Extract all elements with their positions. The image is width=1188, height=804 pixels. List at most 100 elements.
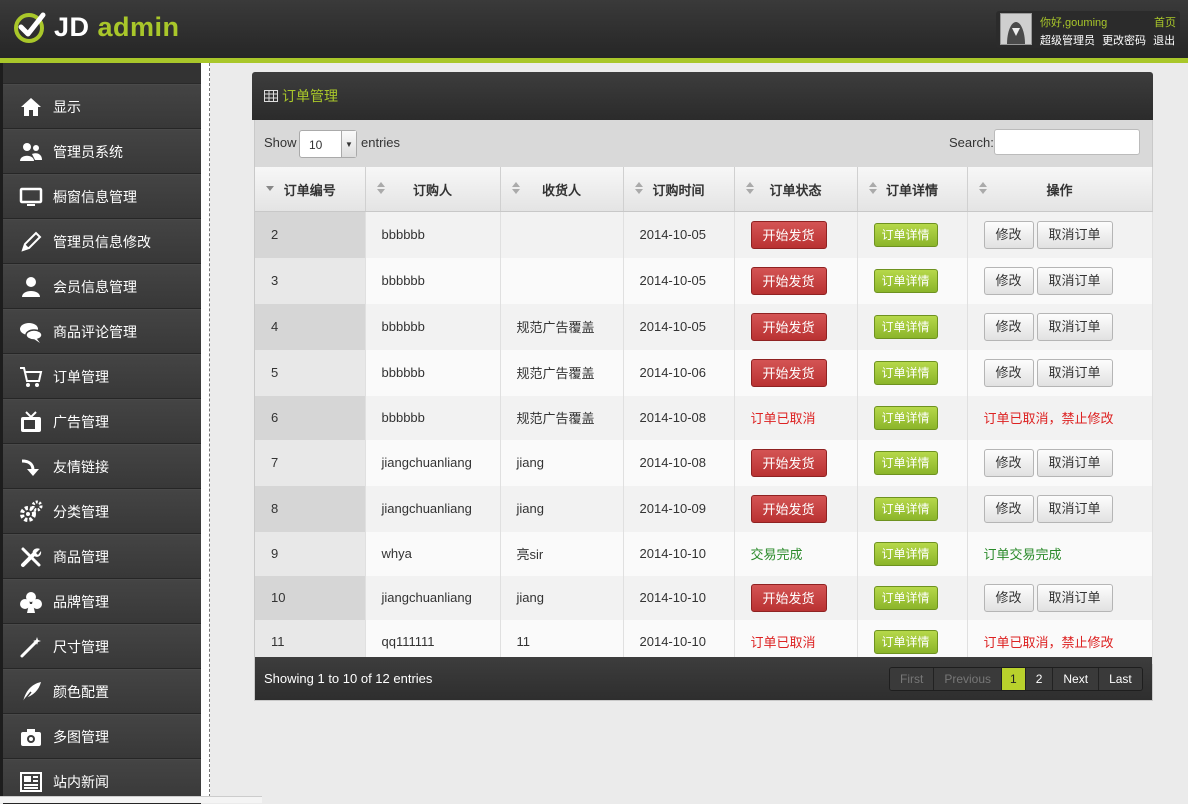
pager-page-2-button[interactable]: 2: [1025, 668, 1054, 690]
column-header-buyer[interactable]: 订购人: [365, 167, 501, 212]
pager-next-button[interactable]: Next: [1053, 668, 1100, 690]
order-detail-button[interactable]: 订单详情: [873, 222, 938, 247]
column-header-label: 订购人: [412, 182, 452, 198]
actions-cell: 订单交易完成: [967, 531, 1153, 576]
start-shipping-button[interactable]: 开始发货: [750, 266, 827, 295]
sidebar-edge: [201, 63, 210, 802]
sidebar-item-comments[interactable]: 商品评论管理: [3, 309, 201, 354]
actions-cell: 修改 取消订单: [967, 439, 1153, 486]
sidebar-item-label: 管理员系统: [53, 143, 123, 160]
order-detail-button[interactable]: 订单详情: [873, 450, 938, 475]
logout-link[interactable]: 退出: [1153, 35, 1175, 47]
order-status-cell: 订单已取消: [734, 395, 858, 440]
column-header-receiver[interactable]: 收货人: [500, 167, 624, 212]
column-header-actions[interactable]: 操作: [967, 167, 1153, 212]
start-shipping-button[interactable]: 开始发货: [750, 494, 827, 523]
pager-first-button[interactable]: First: [890, 668, 935, 690]
start-shipping-button[interactable]: 开始发货: [750, 312, 827, 341]
start-shipping-button[interactable]: 开始发货: [750, 220, 827, 249]
order-detail-button[interactable]: 订单详情: [873, 629, 938, 654]
order-date-cell: 2014-10-08: [623, 439, 735, 486]
monitor-icon: [19, 185, 43, 209]
start-shipping-button[interactable]: 开始发货: [750, 448, 827, 477]
pager-previous-button[interactable]: Previous: [934, 668, 1003, 690]
search-input[interactable]: [994, 129, 1140, 155]
cancel-order-button[interactable]: 取消订单: [1036, 494, 1113, 523]
club-icon: [19, 590, 43, 614]
edit-button[interactable]: 修改: [983, 583, 1034, 612]
home-link[interactable]: 首页: [1154, 14, 1176, 30]
avatar[interactable]: [1000, 13, 1032, 45]
edit-button[interactable]: 修改: [983, 220, 1034, 249]
actions-cell: 修改 取消订单: [967, 257, 1153, 304]
cancel-order-button[interactable]: 取消订单: [1036, 448, 1113, 477]
edit-button[interactable]: 修改: [983, 358, 1034, 387]
pager-page-1-button[interactable]: 1: [1002, 668, 1026, 690]
receiver-cell: 规范广告覆盖: [500, 349, 624, 396]
edit-button[interactable]: 修改: [983, 448, 1034, 477]
order-detail-button[interactable]: 订单详情: [873, 314, 938, 339]
sidebar-item-links[interactable]: 友情链接: [3, 444, 201, 489]
sidebar-item-categories[interactable]: 分类管理: [3, 489, 201, 534]
order-detail-button[interactable]: 订单详情: [873, 360, 938, 385]
actions-cell: 修改 取消订单: [967, 485, 1153, 532]
feather-icon: [19, 680, 43, 704]
sidebar-item-admin-edit[interactable]: 管理员信息修改: [3, 219, 201, 264]
page-length-select[interactable]: 10 ▼: [299, 130, 357, 158]
sidebar-item-showcase[interactable]: 橱窗信息管理: [3, 174, 201, 219]
column-header-order-date[interactable]: 订购时间: [623, 167, 735, 212]
column-header-order-detail[interactable]: 订单详情: [857, 167, 968, 212]
order-status-cell: 开始发货: [734, 439, 858, 486]
cancel-order-button[interactable]: 取消订单: [1036, 583, 1113, 612]
sidebar-item-ads[interactable]: 广告管理: [3, 399, 201, 444]
avatar-image-icon: [1001, 14, 1031, 44]
table-toolbar: Show 10 ▼ entries Search:: [255, 120, 1152, 167]
receiver-cell: [500, 257, 624, 304]
pager-last-button[interactable]: Last: [1099, 668, 1142, 690]
sidebar-item-colors[interactable]: 颜色配置: [3, 669, 201, 714]
cancel-order-button[interactable]: 取消订单: [1036, 266, 1113, 295]
cancel-order-button[interactable]: 取消订单: [1036, 358, 1113, 387]
order-detail-button[interactable]: 订单详情: [873, 496, 938, 521]
order-detail-button[interactable]: 订单详情: [873, 405, 938, 430]
receiver-cell: 规范广告覆盖: [500, 395, 624, 440]
sidebar-item-members[interactable]: 会员信息管理: [3, 264, 201, 309]
sidebar-item-brands[interactable]: 品牌管理: [3, 579, 201, 624]
change-password-link[interactable]: 更改密码: [1102, 35, 1146, 47]
edit-button[interactable]: 修改: [983, 494, 1034, 523]
column-header-order-status[interactable]: 订单状态: [734, 167, 858, 212]
order-detail-cell: 订单详情: [857, 349, 968, 396]
logo[interactable]: JD admin: [12, 10, 180, 44]
greeting-text: 你好,gouming: [1040, 17, 1108, 29]
receiver-cell: jiang: [500, 439, 624, 486]
panel-header: 订单管理: [252, 72, 1153, 120]
order-detail-button[interactable]: 订单详情: [873, 585, 938, 610]
order-detail-cell: 订单详情: [857, 575, 968, 620]
start-shipping-button[interactable]: 开始发货: [750, 583, 827, 612]
sidebar-item-label: 友情链接: [53, 458, 109, 475]
cancel-order-button[interactable]: 取消订单: [1036, 220, 1113, 249]
edit-button[interactable]: 修改: [983, 312, 1034, 341]
column-header-order-id[interactable]: 订单编号: [255, 167, 366, 212]
column-header-label: 订购时间: [652, 182, 705, 198]
start-shipping-button[interactable]: 开始发货: [750, 358, 827, 387]
sidebar-item-orders[interactable]: 订单管理: [3, 354, 201, 399]
order-detail-button[interactable]: 订单详情: [873, 541, 938, 566]
order-date-cell: 2014-10-09: [623, 485, 735, 532]
sidebar-item-sizes[interactable]: 尺寸管理: [3, 624, 201, 669]
wand-icon: [19, 635, 43, 659]
sidebar-item-admin-system[interactable]: 管理员系统: [3, 129, 201, 174]
sidebar-item-products[interactable]: 商品管理: [3, 534, 201, 579]
receiver-cell: jiang: [500, 485, 624, 532]
table-footer: Showing 1 to 10 of 12 entries First Prev…: [255, 657, 1152, 700]
sort-icon: [868, 182, 877, 194]
sidebar-item-display[interactable]: 显示: [3, 84, 201, 129]
sidebar: 显示 管理员系统 橱窗信息管理 管理员信息修改 会员信息管理 商品评论管理 订单…: [3, 63, 201, 804]
buyer-cell: bbbbbb: [365, 211, 501, 258]
order-status-cell: 开始发货: [734, 257, 858, 304]
edit-button[interactable]: 修改: [983, 266, 1034, 295]
order-detail-button[interactable]: 订单详情: [873, 268, 938, 293]
sidebar-item-images[interactable]: 多图管理: [3, 714, 201, 759]
action-complete-text: 订单交易完成: [983, 547, 1062, 562]
cancel-order-button[interactable]: 取消订单: [1036, 312, 1113, 341]
